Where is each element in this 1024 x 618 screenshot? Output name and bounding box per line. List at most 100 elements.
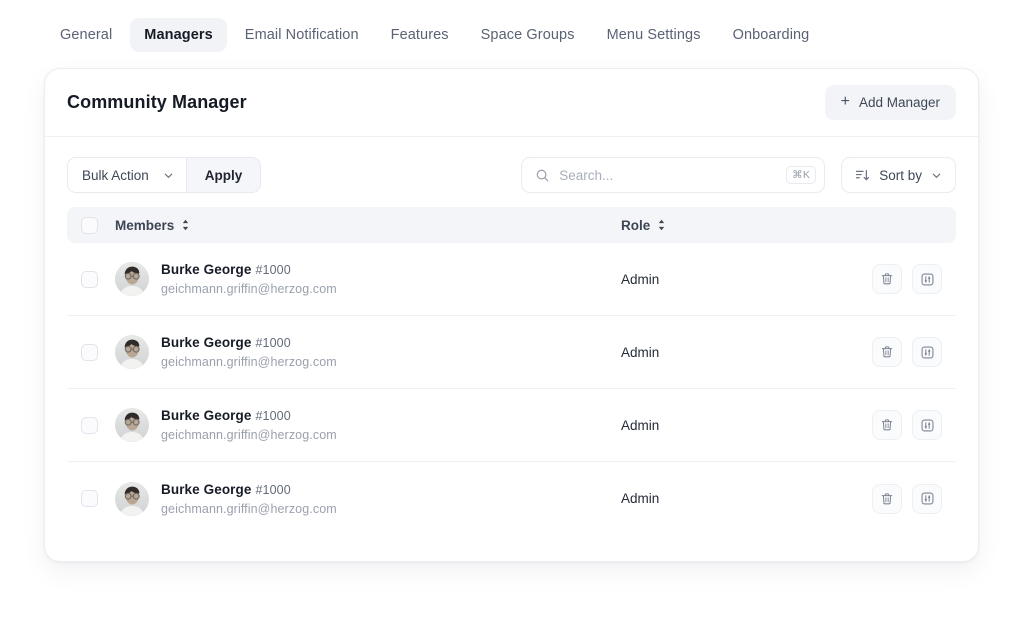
column-header-members[interactable]: Members [115,218,190,233]
bulk-action-label: Bulk Action [82,167,149,183]
member-name-line: Burke George #1000 [161,408,337,423]
member-name: Burke George [161,481,252,497]
row-actions [821,483,942,514]
member-identity: Burke George #1000 geichmann.griffin@herz… [115,481,337,516]
member-text: Burke George #1000 geichmann.griffin@herz… [161,262,337,296]
avatar [115,262,149,296]
tab-label: Email Notification [244,27,359,43]
tab-label: Space Groups [480,27,575,43]
member-role: Admin [621,491,660,506]
apply-button[interactable]: Apply [185,158,261,192]
page-title: Community Manager [67,92,247,112]
user-photo-icon [115,335,149,369]
sort-by-label: Sort by [879,167,922,183]
member-cell: Burke George #1000 geichmann.griffin@herz… [81,262,621,296]
table-header-row: Members Role [67,207,956,243]
search-input[interactable] [550,166,787,184]
tab-label: Onboarding [732,27,810,43]
table-row: Burke George #1000 geichmann.griffin@herz… [67,389,956,462]
member-id: #1000 [255,263,291,277]
member-identity: Burke George #1000 geichmann.griffin@herz… [115,408,337,442]
apply-label: Apply [204,167,243,183]
member-name: Burke George [161,408,252,423]
row-actions [821,410,942,440]
member-cell: Burke George #1000 geichmann.griffin@herz… [81,335,621,369]
sliders-icon [921,492,933,505]
member-text: Burke George #1000 geichmann.griffin@herz… [161,408,337,442]
tab-menu-settings[interactable]: Menu Settings [593,18,715,52]
row-actions [821,264,942,294]
row-select-checkbox[interactable] [81,270,98,288]
table-toolbar: Bulk Action Apply ⌘K [45,137,978,207]
member-name: Burke George [161,335,252,350]
table-row: Burke George #1000 geichmann.griffin@herz… [67,316,956,389]
member-text: Burke George #1000 geichmann.griffin@herz… [161,335,337,369]
search-box[interactable]: ⌘K [521,157,826,193]
card-header: Community Manager + Add Manager [45,69,978,137]
tab-space-groups[interactable]: Space Groups [467,18,589,52]
avatar [115,481,149,516]
member-email: geichmann.griffin@herzog.com [161,282,337,296]
column-header-label: Members [115,217,175,233]
sliders-icon [921,273,933,285]
column-header-role[interactable]: Role [621,218,821,233]
select-all-checkbox[interactable] [81,216,98,234]
column-header-label: Role [621,217,651,233]
table-row: Burke George #1000 geichmann.griffin@herz… [67,462,956,535]
trash-icon [881,346,893,358]
bulk-action-group: Bulk Action Apply [67,157,262,193]
sort-by-button[interactable]: Sort by [841,157,956,193]
member-settings-button[interactable] [912,337,942,367]
chevron-down-icon [932,173,941,178]
tab-features[interactable]: Features [377,18,463,52]
tab-onboarding[interactable]: Onboarding [719,18,824,52]
tab-managers[interactable]: Managers [130,18,227,52]
tab-email-notification[interactable]: Email Notification [231,18,373,52]
member-settings-button[interactable] [912,264,942,294]
member-email: geichmann.griffin@herzog.com [161,428,337,442]
row-select-checkbox[interactable] [81,416,98,434]
member-name: Burke George [161,262,252,277]
member-settings-button[interactable] [912,410,942,440]
delete-member-button[interactable] [872,483,902,514]
trash-icon [881,419,893,431]
add-manager-button[interactable]: + Add Manager [824,85,956,120]
bulk-action-select[interactable]: Bulk Action [68,158,186,192]
sliders-icon [921,346,933,358]
member-id: #1000 [255,409,291,423]
delete-member-button[interactable] [872,410,902,440]
avatar [115,408,149,442]
member-name-line: Burke George #1000 [161,335,337,350]
add-manager-label: Add Manager [858,95,940,110]
member-identity: Burke George #1000 geichmann.griffin@herz… [115,335,337,369]
user-photo-icon [115,481,149,516]
search-shortcut-badge: ⌘K [786,165,817,185]
tab-label: Menu Settings [606,27,701,43]
user-photo-icon [115,408,149,442]
trash-icon [881,273,893,285]
tab-label: Managers [144,27,213,43]
delete-member-button[interactable] [872,264,902,294]
member-name-line: Burke George #1000 [161,482,337,497]
user-photo-icon [115,262,149,296]
plus-icon: + [840,93,850,110]
member-cell: Burke George #1000 geichmann.griffin@herz… [81,481,621,516]
community-manager-card: Community Manager + Add Manager Bulk Act… [44,68,979,562]
row-select-checkbox[interactable] [81,343,98,361]
delete-member-button[interactable] [872,337,902,367]
member-role: Admin [621,344,660,360]
sort-updown-icon [659,219,665,231]
member-identity: Burke George #1000 geichmann.griffin@herz… [115,262,337,296]
toolbar-right: ⌘K Sort by [521,157,956,193]
member-email: geichmann.griffin@herzog.com [161,355,337,369]
sort-descending-icon [856,169,870,180]
row-select-checkbox[interactable] [81,490,98,507]
tab-label: General [60,27,113,43]
avatar [115,335,149,369]
member-settings-button[interactable] [912,483,942,514]
member-id: #1000 [255,482,291,497]
tab-general[interactable]: General [46,18,126,52]
managers-table: Members Role Burke George #1000 geichman… [45,207,978,561]
member-cell: Burke George #1000 geichmann.griffin@herz… [81,408,621,442]
member-text: Burke George #1000 geichmann.griffin@herz… [161,482,337,516]
